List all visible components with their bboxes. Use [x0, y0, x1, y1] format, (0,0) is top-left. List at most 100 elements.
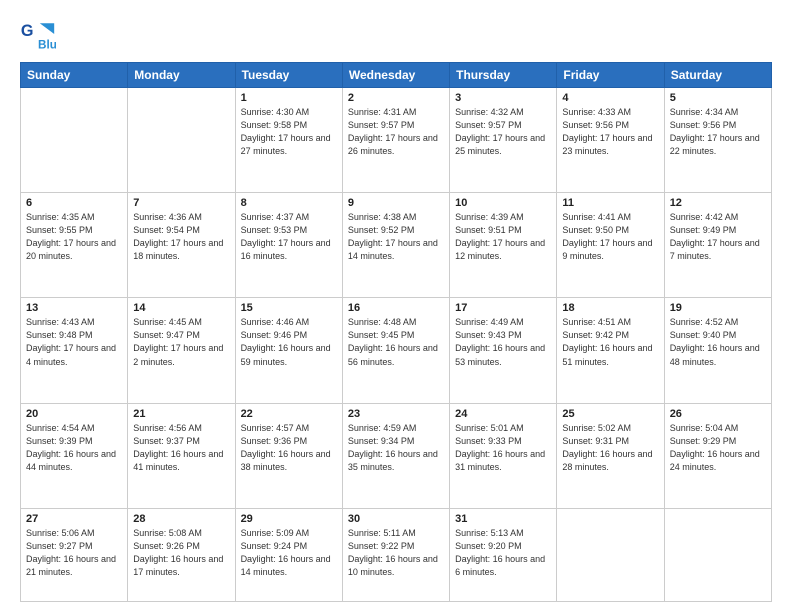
table-row: 3 Sunrise: 4:32 AM Sunset: 9:57 PM Daylig…: [450, 88, 557, 193]
table-row: [557, 508, 664, 601]
table-row: 4 Sunrise: 4:33 AM Sunset: 9:56 PM Daylig…: [557, 88, 664, 193]
table-row: 25Sunrise: 5:02 AM Sunset: 9:31 PM Dayli…: [557, 403, 664, 508]
day-info: Sunrise: 4:48 AM Sunset: 9:45 PM Dayligh…: [348, 316, 444, 368]
day-number: 21: [133, 408, 229, 420]
table-row: 1 Sunrise: 4:30 AM Sunset: 9:58 PM Daylig…: [235, 88, 342, 193]
day-number: 2: [348, 92, 444, 104]
table-row: 8 Sunrise: 4:37 AM Sunset: 9:53 PM Daylig…: [235, 193, 342, 298]
col-sunday: Sunday: [21, 63, 128, 88]
logo: G Blue: [20, 16, 60, 52]
day-info: Sunrise: 4:38 AM Sunset: 9:52 PM Dayligh…: [348, 211, 444, 263]
day-number: 26: [670, 408, 766, 420]
table-row: [664, 508, 771, 601]
table-row: 12Sunrise: 4:42 AM Sunset: 9:49 PM Dayli…: [664, 193, 771, 298]
col-saturday: Saturday: [664, 63, 771, 88]
day-info: Sunrise: 5:04 AM Sunset: 9:29 PM Dayligh…: [670, 422, 766, 474]
day-number: 18: [562, 302, 658, 314]
table-row: 24 Sunrise: 5:01 AM Sunset: 9:33 PM Dayli…: [450, 403, 557, 508]
day-number: 30: [348, 513, 444, 525]
day-info: Sunrise: 5:11 AM Sunset: 9:22 PM Dayligh…: [348, 527, 444, 579]
svg-text:Blue: Blue: [38, 38, 56, 51]
day-number: 20: [26, 408, 122, 420]
day-info: Sunrise: 4:41 AM Sunset: 9:50 PM Dayligh…: [562, 211, 658, 263]
table-row: 28 Sunrise: 5:08 AM Sunset: 9:26 PM Dayli…: [128, 508, 235, 601]
day-number: 9: [348, 197, 444, 209]
day-info: Sunrise: 4:31 AM Sunset: 9:57 PM Dayligh…: [348, 106, 444, 158]
table-row: 2 Sunrise: 4:31 AM Sunset: 9:57 PM Daylig…: [342, 88, 449, 193]
table-row: 29Sunrise: 5:09 AM Sunset: 9:24 PM Dayli…: [235, 508, 342, 601]
table-row: 13 Sunrise: 4:43 AM Sunset: 9:48 PM Dayli…: [21, 298, 128, 403]
table-row: 18 Sunrise: 4:51 AM Sunset: 9:42 PM Dayli…: [557, 298, 664, 403]
day-info: Sunrise: 4:52 AM Sunset: 9:40 PM Dayligh…: [670, 316, 766, 368]
day-info: Sunrise: 5:08 AM Sunset: 9:26 PM Dayligh…: [133, 527, 229, 579]
day-number: 24: [455, 408, 551, 420]
day-info: Sunrise: 5:01 AM Sunset: 9:33 PM Dayligh…: [455, 422, 551, 474]
col-monday: Monday: [128, 63, 235, 88]
day-number: 28: [133, 513, 229, 525]
svg-text:G: G: [21, 22, 34, 40]
day-info: Sunrise: 4:32 AM Sunset: 9:57 PM Dayligh…: [455, 106, 551, 158]
calendar-table: Sunday Monday Tuesday Wednesday Thursday…: [20, 62, 772, 602]
day-info: Sunrise: 4:43 AM Sunset: 9:48 PM Dayligh…: [26, 316, 122, 368]
table-row: [128, 88, 235, 193]
day-info: Sunrise: 4:46 AM Sunset: 9:46 PM Dayligh…: [241, 316, 337, 368]
table-row: 19 Sunrise: 4:52 AM Sunset: 9:40 PM Dayli…: [664, 298, 771, 403]
day-info: Sunrise: 5:06 AM Sunset: 9:27 PM Dayligh…: [26, 527, 122, 579]
day-info: Sunrise: 4:37 AM Sunset: 9:53 PM Dayligh…: [241, 211, 337, 263]
table-row: 26 Sunrise: 5:04 AM Sunset: 9:29 PM Dayli…: [664, 403, 771, 508]
day-number: 22: [241, 408, 337, 420]
page: G Blue Sunday Monday Tuesday Wedn: [0, 0, 792, 612]
col-wednesday: Wednesday: [342, 63, 449, 88]
calendar-week-row: 20 Sunrise: 4:54 AM Sunset: 9:39 PM Dayli…: [21, 403, 772, 508]
day-number: 14: [133, 302, 229, 314]
day-info: Sunrise: 4:51 AM Sunset: 9:42 PM Dayligh…: [562, 316, 658, 368]
generalblue-logo-icon: G Blue: [20, 16, 56, 52]
table-row: 9 Sunrise: 4:38 AM Sunset: 9:52 PM Daylig…: [342, 193, 449, 298]
day-number: 8: [241, 197, 337, 209]
day-info: Sunrise: 4:30 AM Sunset: 9:58 PM Dayligh…: [241, 106, 337, 158]
day-number: 13: [26, 302, 122, 314]
day-info: Sunrise: 5:13 AM Sunset: 9:20 PM Dayligh…: [455, 527, 551, 579]
day-info: Sunrise: 4:39 AM Sunset: 9:51 PM Dayligh…: [455, 211, 551, 263]
day-info: Sunrise: 4:33 AM Sunset: 9:56 PM Dayligh…: [562, 106, 658, 158]
day-info: Sunrise: 4:45 AM Sunset: 9:47 PM Dayligh…: [133, 316, 229, 368]
day-info: Sunrise: 5:02 AM Sunset: 9:31 PM Dayligh…: [562, 422, 658, 474]
table-row: 14 Sunrise: 4:45 AM Sunset: 9:47 PM Dayli…: [128, 298, 235, 403]
day-number: 17: [455, 302, 551, 314]
calendar-week-row: 1 Sunrise: 4:30 AM Sunset: 9:58 PM Daylig…: [21, 88, 772, 193]
table-row: 7 Sunrise: 4:36 AM Sunset: 9:54 PM Daylig…: [128, 193, 235, 298]
day-number: 16: [348, 302, 444, 314]
day-number: 3: [455, 92, 551, 104]
table-row: 11 Sunrise: 4:41 AM Sunset: 9:50 PM Dayli…: [557, 193, 664, 298]
day-info: Sunrise: 5:09 AM Sunset: 9:24 PM Dayligh…: [241, 527, 337, 579]
table-row: 20 Sunrise: 4:54 AM Sunset: 9:39 PM Dayli…: [21, 403, 128, 508]
day-info: Sunrise: 4:54 AM Sunset: 9:39 PM Dayligh…: [26, 422, 122, 474]
day-number: 23: [348, 408, 444, 420]
day-number: 4: [562, 92, 658, 104]
header: G Blue: [20, 16, 772, 52]
day-number: 31: [455, 513, 551, 525]
day-number: 7: [133, 197, 229, 209]
table-row: 21Sunrise: 4:56 AM Sunset: 9:37 PM Dayli…: [128, 403, 235, 508]
calendar-week-row: 6Sunrise: 4:35 AM Sunset: 9:55 PM Daylig…: [21, 193, 772, 298]
table-row: 16 Sunrise: 4:48 AM Sunset: 9:45 PM Dayli…: [342, 298, 449, 403]
table-row: 31 Sunrise: 5:13 AM Sunset: 9:20 PM Dayli…: [450, 508, 557, 601]
day-number: 6: [26, 197, 122, 209]
day-number: 19: [670, 302, 766, 314]
day-info: Sunrise: 4:34 AM Sunset: 9:56 PM Dayligh…: [670, 106, 766, 158]
col-friday: Friday: [557, 63, 664, 88]
table-row: 23Sunrise: 4:59 AM Sunset: 9:34 PM Dayli…: [342, 403, 449, 508]
day-info: Sunrise: 4:42 AM Sunset: 9:49 PM Dayligh…: [670, 211, 766, 263]
calendar-header-row: Sunday Monday Tuesday Wednesday Thursday…: [21, 63, 772, 88]
table-row: 30 Sunrise: 5:11 AM Sunset: 9:22 PM Dayli…: [342, 508, 449, 601]
day-info: Sunrise: 4:36 AM Sunset: 9:54 PM Dayligh…: [133, 211, 229, 263]
day-number: 1: [241, 92, 337, 104]
day-number: 15: [241, 302, 337, 314]
day-number: 11: [562, 197, 658, 209]
table-row: 6Sunrise: 4:35 AM Sunset: 9:55 PM Daylig…: [21, 193, 128, 298]
table-row: 22Sunrise: 4:57 AM Sunset: 9:36 PM Dayli…: [235, 403, 342, 508]
day-number: 27: [26, 513, 122, 525]
day-number: 10: [455, 197, 551, 209]
calendar-week-row: 13 Sunrise: 4:43 AM Sunset: 9:48 PM Dayli…: [21, 298, 772, 403]
col-tuesday: Tuesday: [235, 63, 342, 88]
